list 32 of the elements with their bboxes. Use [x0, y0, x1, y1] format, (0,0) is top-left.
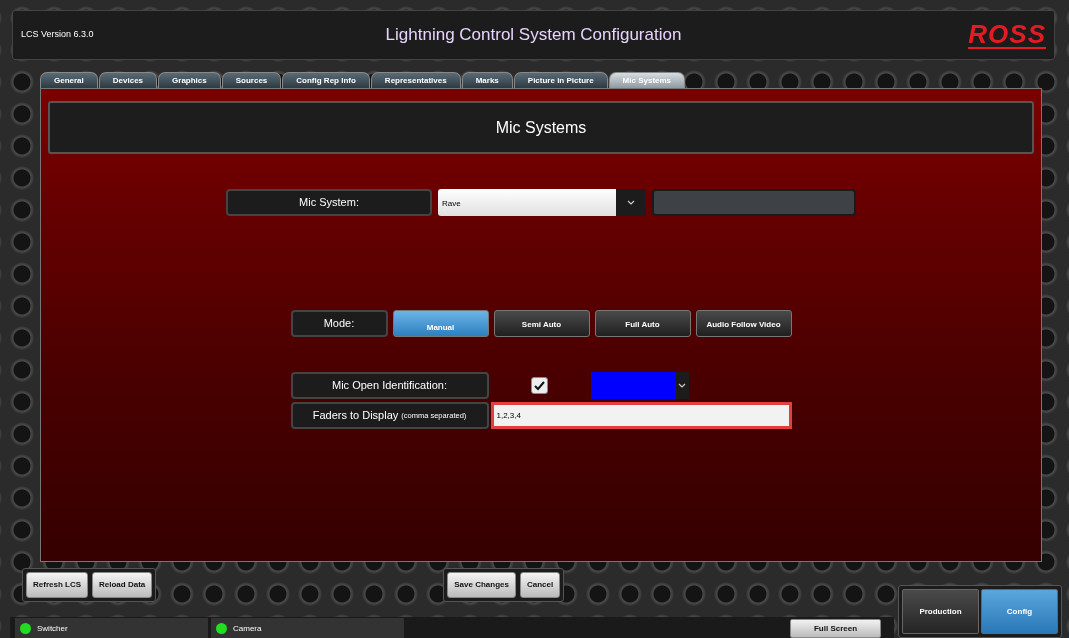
toolbar-button[interactable]: Cancel	[519, 572, 561, 598]
tab[interactable]: Representatives	[370, 72, 461, 88]
toolbar-button[interactable]: Reload Data	[92, 572, 153, 598]
text-field[interactable]	[652, 189, 856, 216]
status-label: Switcher	[37, 622, 68, 635]
toolbar-button[interactable]: Refresh LCS	[26, 572, 88, 598]
check-icon	[533, 380, 545, 391]
field-label: Mic Open Identification:	[290, 372, 489, 399]
chevron-down-icon	[678, 383, 686, 388]
tab[interactable]: General	[40, 72, 98, 88]
status-label: Camera	[233, 622, 262, 635]
toolbar-button[interactable]: Save Changes	[447, 572, 516, 598]
tab[interactable]: Sources	[221, 72, 282, 88]
field-label: Mode:	[290, 310, 388, 337]
tab[interactable]: Graphics	[158, 72, 221, 88]
mode-button[interactable]: Semi Auto	[493, 310, 590, 337]
tab[interactable]: Picture in Picture	[513, 72, 608, 88]
tab[interactable]: Marks	[461, 72, 513, 88]
version-label: LCS Version 6.3.0	[21, 28, 95, 42]
logo: ROSS	[968, 21, 1046, 49]
mode-button[interactable]: Full Auto	[594, 310, 691, 337]
faders-input[interactable]: 1,2,3,4	[490, 402, 792, 429]
view-button[interactable]: Production	[902, 589, 979, 634]
chevron-down-icon	[627, 200, 635, 205]
panel-title: Mic Systems	[495, 117, 587, 138]
full-screen-button[interactable]: Full Screen	[790, 619, 881, 638]
mode-button[interactable]: Audio Follow Video	[695, 310, 792, 337]
tab[interactable]: Devices	[98, 72, 158, 88]
checkbox[interactable]	[530, 377, 548, 394]
field-label: Mic System:	[226, 189, 432, 216]
window-title: Lightning Control System Configuration	[384, 24, 683, 47]
tab[interactable]: Config Rep Info	[282, 72, 370, 88]
